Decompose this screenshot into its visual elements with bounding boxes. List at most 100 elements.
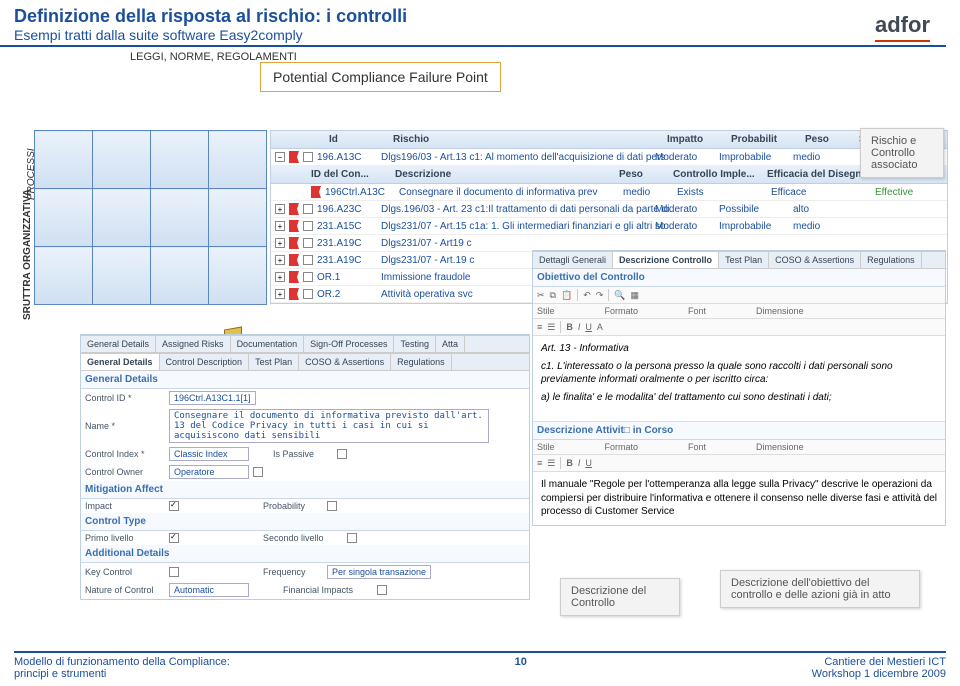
expand-icon[interactable]: + bbox=[275, 221, 285, 231]
risk-row[interactable]: − 196.A13C Dlgs196/03 - Art.13 c1: Al mo… bbox=[271, 149, 947, 166]
secondo-checkbox[interactable] bbox=[347, 533, 357, 543]
page-title: Definizione della risposta al rischio: i… bbox=[0, 0, 960, 27]
italic-icon[interactable]: I bbox=[578, 322, 581, 332]
copy-icon[interactable]: ⧉ bbox=[550, 290, 556, 301]
risk-table-header: Id Rischio Impatto Probabilit Peso Statu… bbox=[271, 131, 947, 149]
rte-toolbar-2: Stile Formato Font Dimensione bbox=[533, 304, 945, 319]
risk-row[interactable]: +196.A23CDlgs.196/03 - Art. 23 c1:Il tra… bbox=[271, 201, 947, 218]
lbl: Name * bbox=[85, 421, 165, 431]
bold-icon[interactable]: B bbox=[566, 458, 573, 468]
control-owner-field[interactable]: Operatore bbox=[169, 465, 249, 479]
probability-checkbox[interactable] bbox=[327, 501, 337, 511]
lbl: Control Owner bbox=[85, 467, 165, 477]
bold-icon[interactable]: B bbox=[566, 322, 573, 332]
tab[interactable]: Control Description bbox=[160, 354, 250, 370]
edit-icon[interactable] bbox=[303, 221, 313, 231]
flag-icon bbox=[289, 288, 299, 300]
expand-icon[interactable]: + bbox=[275, 238, 285, 248]
lbl: Frequency bbox=[263, 567, 323, 577]
tab[interactable]: Testing bbox=[394, 336, 436, 352]
frequency-field[interactable]: Per singola transazione bbox=[327, 565, 431, 579]
undo-icon[interactable]: ↶ bbox=[583, 290, 591, 301]
callout-pcfp: Potential Compliance Failure Point bbox=[260, 62, 501, 92]
obj-text[interactable]: Art. 13 - Informativa c1. L'interessato … bbox=[533, 336, 945, 422]
name-field[interactable]: Consegnare il documento di informativa p… bbox=[169, 409, 489, 443]
tab[interactable]: Documentation bbox=[231, 336, 305, 352]
edit-icon[interactable] bbox=[303, 152, 313, 162]
lbl: Secondo livello bbox=[263, 533, 343, 543]
key-control-checkbox[interactable] bbox=[169, 567, 179, 577]
list-icon[interactable]: ≡ bbox=[537, 458, 542, 468]
collapse-icon[interactable]: − bbox=[275, 152, 285, 162]
tab[interactable]: General Details bbox=[81, 354, 160, 370]
color-icon[interactable]: A bbox=[597, 322, 603, 332]
lbl: Nature of Control bbox=[85, 585, 165, 595]
edit-icon[interactable] bbox=[303, 289, 313, 299]
edit-icon[interactable] bbox=[303, 204, 313, 214]
tab[interactable]: Descrizione Controllo bbox=[613, 252, 719, 268]
rte-toolbar-4: Stile Formato Font Dimensione bbox=[533, 440, 945, 455]
tab[interactable]: Assigned Risks bbox=[156, 336, 231, 352]
paste-icon[interactable]: 📋 bbox=[561, 290, 572, 301]
list-icon[interactable]: ≡ bbox=[537, 322, 542, 332]
redo-icon[interactable]: ↷ bbox=[596, 290, 604, 301]
cut-icon[interactable]: ✂ bbox=[537, 290, 545, 301]
subrisk-header: ID del Con... Descrizione Peso Controllo… bbox=[271, 166, 947, 184]
edit-icon[interactable] bbox=[303, 255, 313, 265]
desc-text[interactable]: Il manuale "Regole per l'ottemperanza al… bbox=[533, 472, 945, 525]
footer: Modello di funzionamento della Complianc… bbox=[14, 651, 946, 680]
table-icon[interactable]: ▦ bbox=[631, 290, 640, 301]
expand-icon[interactable]: + bbox=[275, 272, 285, 282]
callout-rischio: Rischio e Controllo associato bbox=[860, 128, 944, 178]
callout-desc-obj: Descrizione dell'obiettivo del controllo… bbox=[720, 570, 920, 608]
is-passive-checkbox[interactable] bbox=[337, 449, 347, 459]
underline-icon[interactable]: U bbox=[585, 458, 592, 468]
lbl: Key Control bbox=[85, 567, 165, 577]
obj-tabs: Dettagli Generali Descrizione Controllo … bbox=[533, 251, 945, 269]
subrisk-row[interactable]: 196Ctrl.A13C Consegnare il documento di … bbox=[271, 184, 947, 201]
tab[interactable]: Regulations bbox=[861, 252, 922, 268]
desc-label: Descrizione Attivit□ in Corso bbox=[533, 422, 945, 440]
expand-icon[interactable]: + bbox=[275, 289, 285, 299]
tab[interactable]: Atta bbox=[436, 336, 465, 352]
expand-icon[interactable]: + bbox=[275, 255, 285, 265]
financial-checkbox[interactable] bbox=[377, 585, 387, 595]
edit-icon[interactable] bbox=[303, 238, 313, 248]
lbl: Impact bbox=[85, 501, 165, 511]
tab[interactable]: Sign-Off Processes bbox=[304, 336, 394, 352]
control-id-field[interactable]: 196Ctrl.A13C1.1[1] bbox=[169, 391, 256, 405]
section-mitigation: Mitigation Affect bbox=[81, 481, 529, 499]
section-general-details: General Details bbox=[81, 371, 529, 389]
subhead: LEGGI, NORME, REGOLAMENTI bbox=[0, 47, 960, 63]
lookup-icon[interactable] bbox=[253, 467, 263, 477]
flag-icon bbox=[311, 186, 321, 198]
edit-icon[interactable] bbox=[303, 272, 313, 282]
numlist-icon[interactable]: ☰ bbox=[547, 322, 555, 333]
lbl: Financial Impacts bbox=[283, 585, 373, 595]
impact-checkbox[interactable] bbox=[169, 501, 179, 511]
tab[interactable]: Test Plan bbox=[719, 252, 769, 268]
italic-icon[interactable]: I bbox=[578, 458, 581, 468]
risk-row[interactable]: +231.A15CDlgs231/07 - Art.15 c1a: 1. Gli… bbox=[271, 218, 947, 235]
tab[interactable]: Dettagli Generali bbox=[533, 252, 613, 268]
logo: adfor bbox=[875, 12, 930, 42]
control-index-field[interactable]: Classic Index bbox=[169, 447, 249, 461]
expand-icon[interactable]: + bbox=[275, 204, 285, 214]
underline-icon[interactable]: U bbox=[585, 322, 592, 332]
tab[interactable]: Test Plan bbox=[249, 354, 299, 370]
tab[interactable]: COSO & Assertions bbox=[299, 354, 391, 370]
tab[interactable]: General Details bbox=[81, 336, 156, 352]
primo-checkbox[interactable] bbox=[169, 533, 179, 543]
flag-icon bbox=[289, 254, 299, 266]
lbl: Primo livello bbox=[85, 533, 165, 543]
section-additional: Additional Details bbox=[81, 545, 529, 563]
find-icon[interactable]: 🔍 bbox=[614, 290, 625, 301]
numlist-icon[interactable]: ☰ bbox=[547, 458, 555, 469]
nature-field[interactable]: Automatic bbox=[169, 583, 249, 597]
tab[interactable]: COSO & Assertions bbox=[769, 252, 861, 268]
rte-toolbar-3: ≡ ☰ BIU A bbox=[533, 319, 945, 336]
page-subtitle: Esempi tratti dalla suite software Easy2… bbox=[0, 27, 946, 47]
tab[interactable]: Regulations bbox=[391, 354, 452, 370]
detail-tabs-1: General Details Assigned Risks Documenta… bbox=[81, 335, 529, 353]
detail-tabs-2: General Details Control Description Test… bbox=[81, 353, 529, 371]
